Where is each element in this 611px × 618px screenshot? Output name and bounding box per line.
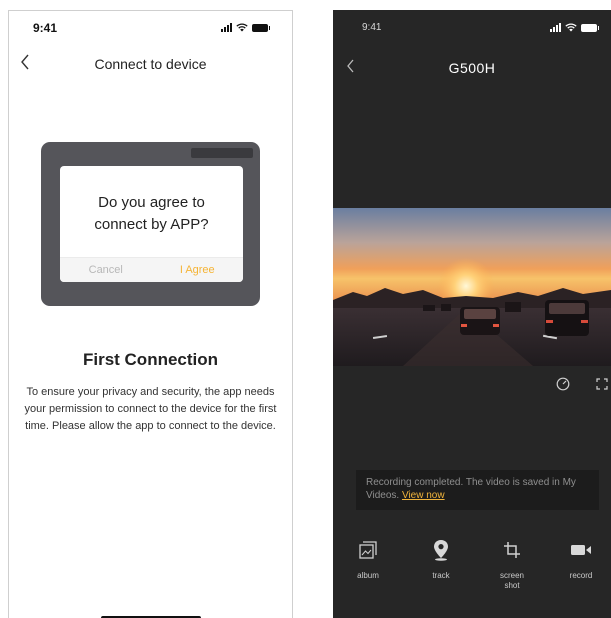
sunset-road-image: [333, 208, 611, 366]
status-time: 9:41: [362, 22, 382, 33]
connect-dialog: Do you agree to connect by APP? Cancel I…: [60, 166, 243, 282]
camera-live-screen: 9:41 G500H Recording completed. The vide…: [333, 10, 611, 618]
dialog-message: Do you agree to connect by APP?: [94, 194, 209, 233]
album-icon: [359, 541, 377, 559]
device-illustration: Do you agree to connect by APP? Cancel I…: [41, 142, 260, 306]
connect-to-device-screen: 9:41 Connect to device Do you agree to c…: [8, 10, 293, 618]
first-connection-description: To ensure your privacy and security, the…: [24, 386, 277, 432]
dialog-cancel-button[interactable]: Cancel: [60, 258, 152, 282]
dialog-agree-button[interactable]: I Agree: [152, 258, 244, 282]
wifi-icon: [236, 23, 248, 32]
record-label: record: [569, 571, 593, 580]
wifi-icon: [565, 23, 577, 32]
status-time: 9:41: [33, 21, 58, 35]
live-video-feed[interactable]: [333, 208, 611, 366]
battery-icon: [252, 24, 270, 32]
location-pin-icon: [434, 540, 448, 561]
signal-icon: [221, 23, 232, 32]
nav-bar: Connect to device: [9, 51, 292, 75]
screenshot-button[interactable]: screen shot: [484, 537, 540, 591]
view-now-link[interactable]: View now: [402, 490, 445, 501]
speedometer-icon[interactable]: [556, 377, 570, 391]
track-label: track: [432, 571, 450, 580]
page-title: Connect to device: [94, 56, 207, 72]
toast-message: Recording completed. The video is saved …: [366, 477, 576, 501]
signal-icon: [550, 23, 561, 32]
fullscreen-icon[interactable]: [596, 378, 608, 390]
first-connection-heading: First Connection: [82, 350, 219, 369]
nav-bar: G500H: [333, 55, 611, 79]
dialog-buttons: Cancel I Agree: [60, 257, 243, 282]
status-bar: 9:41: [333, 10, 611, 40]
album-button[interactable]: album: [340, 537, 396, 581]
record-button[interactable]: record: [553, 537, 609, 581]
crop-icon: [504, 542, 520, 558]
screenshot-label: screen shot: [499, 571, 524, 590]
track-button[interactable]: track: [413, 537, 469, 581]
video-camera-icon: [571, 545, 591, 555]
device-top-bar: [191, 148, 253, 158]
video-controls: [333, 375, 611, 395]
action-bar: album track screen shot record: [333, 537, 611, 607]
device-title: G500H: [448, 60, 496, 76]
status-bar: 9:41: [9, 11, 292, 41]
recording-toast: Recording completed. The video is saved …: [356, 470, 599, 510]
battery-icon: [581, 24, 599, 32]
album-label: album: [357, 571, 379, 580]
